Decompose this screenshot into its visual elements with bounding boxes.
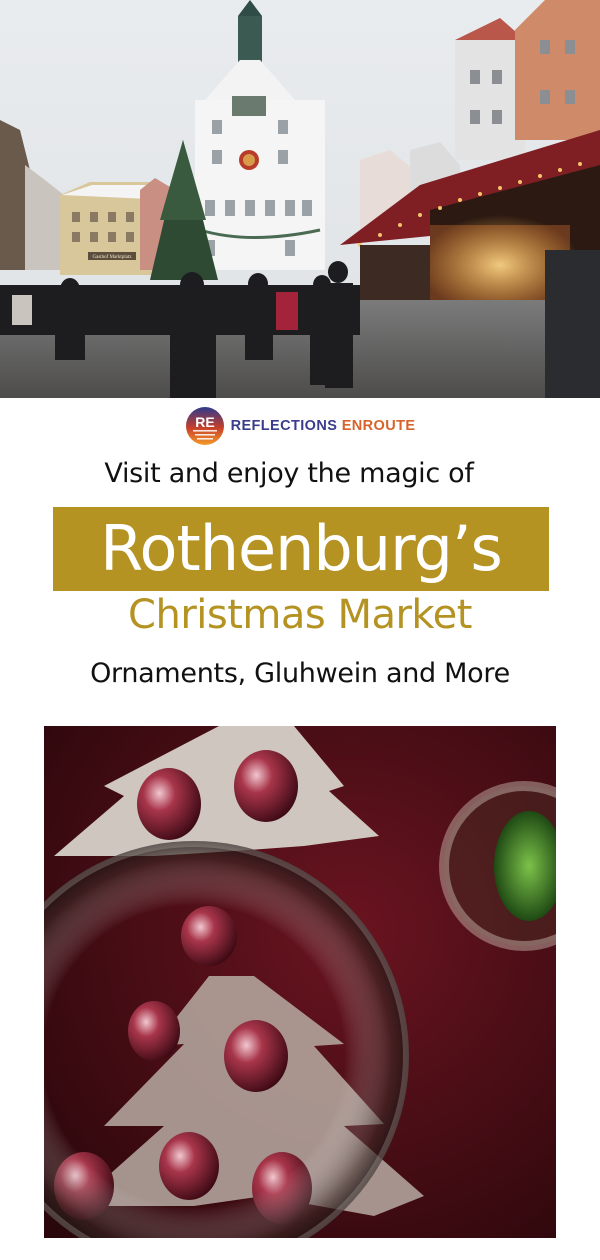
brand-name: REFLECTIONS ENROUTE: [230, 418, 416, 434]
ornaments-photo: [44, 726, 556, 1238]
reflections-enroute-logo: RE: [185, 407, 224, 445]
intro-line: Visit and enjoy the magic of: [104, 458, 474, 489]
market-square-photo: Gasthof Marktplatz: [0, 0, 600, 398]
subtitle: Christmas Market: [128, 592, 472, 638]
gasthof-sign: Gasthof Marktplatz: [92, 255, 132, 260]
page-title: Rothenburg’s: [100, 512, 503, 585]
title-band: Rothenburg’s: [53, 507, 549, 591]
brand-lockup: RE REFLECTIONS ENROUTE: [0, 404, 600, 448]
svg-text:RE: RE: [195, 414, 214, 430]
tagline: Ornaments, Gluhwein and More: [90, 658, 510, 689]
